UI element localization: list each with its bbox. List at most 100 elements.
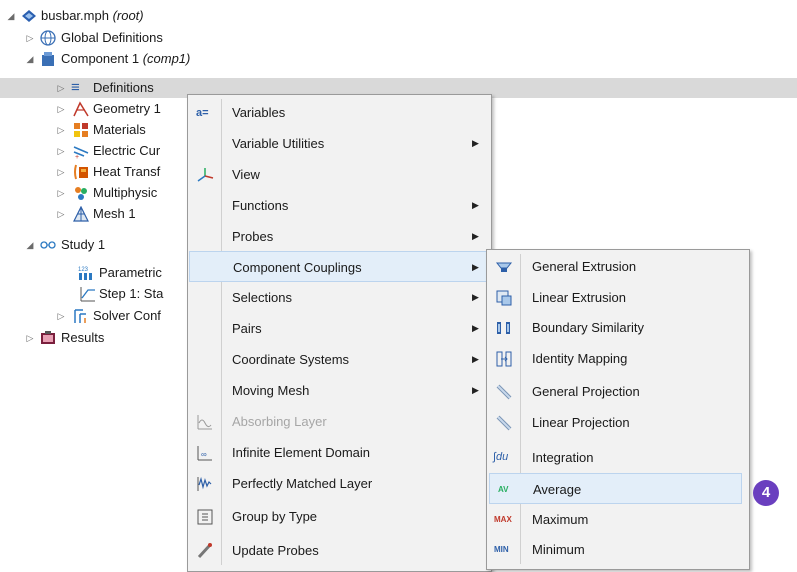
submenu-arrow-icon: ▶ — [472, 385, 479, 395]
svg-text:∞: ∞ — [201, 450, 207, 459]
menu-item-label: Variable Utilities — [232, 136, 325, 151]
integration-icon: ∫du — [493, 451, 509, 463]
menu-item-label: Linear Extrusion — [532, 290, 626, 305]
parametric-sweep-icon: 123 — [78, 267, 92, 280]
study-icon — [40, 241, 56, 249]
minimum-icon: MIN — [494, 545, 509, 554]
menu-item-linear-extrusion[interactable]: Linear Extrusion — [487, 282, 749, 313]
collapse-arrow-icon[interactable]: ◢ — [6, 6, 16, 26]
submenu-arrow-icon: ▶ — [472, 200, 479, 210]
model-root-icon — [22, 10, 36, 22]
svg-text:123: 123 — [78, 267, 89, 273]
update-probes-icon — [197, 543, 212, 559]
menu-item-infinite-element-domain[interactable]: ∞ Infinite Element Domain — [188, 437, 491, 468]
menu-item-pairs[interactable]: Pairs ▶ — [188, 313, 491, 344]
menu-item-label: View — [232, 167, 260, 182]
expand-arrow-icon[interactable]: ▷ — [25, 328, 35, 348]
menu-item-general-projection[interactable]: General Projection — [487, 376, 749, 407]
tree-label: Study 1 — [61, 237, 106, 252]
menu-item-functions[interactable]: Functions ▶ — [188, 190, 491, 221]
menu-item-boundary-similarity[interactable]: Boundary Similarity — [487, 312, 749, 343]
menu-item-general-extrusion[interactable]: General Extrusion — [487, 251, 749, 282]
menu-item-identity-mapping[interactable]: Identity Mapping — [487, 343, 749, 374]
menu-item-variables[interactable]: a= Variables — [188, 97, 491, 128]
collapse-arrow-icon[interactable]: ◢ — [25, 49, 35, 69]
infinite-element-icon: ∞ — [197, 446, 212, 461]
tree-label: Global Definitions — [61, 30, 163, 45]
menu-item-minimum[interactable]: MIN Minimum — [487, 534, 749, 565]
svg-text:+: + — [75, 154, 79, 159]
tree-label: Parametric — [99, 265, 162, 280]
menu-item-label: Moving Mesh — [232, 383, 310, 398]
menu-item-average[interactable]: AV Average — [489, 473, 742, 504]
expand-arrow-icon[interactable]: ▷ — [25, 28, 35, 48]
menu-item-label: Group by Type — [232, 509, 318, 524]
menu-item-label: Average — [533, 482, 582, 497]
menu-item-label: Pairs — [232, 321, 262, 336]
view-axes-icon — [197, 168, 214, 182]
menu-item-update-probes[interactable]: Update Probes — [188, 535, 491, 566]
results-icon — [41, 331, 55, 344]
menu-item-perfectly-matched-layer[interactable]: Perfectly Matched Layer — [188, 468, 491, 499]
tree-label: Mesh 1 — [93, 206, 136, 221]
average-icon: AV — [498, 485, 509, 494]
menu-item-label: Infinite Element Domain — [232, 445, 371, 460]
boundary-similarity-icon — [497, 322, 510, 334]
menu-item-component-couplings[interactable]: Component Couplings ▶ — [189, 251, 489, 282]
menu-item-label: Absorbing Layer — [232, 414, 327, 429]
menu-item-view[interactable]: View — [188, 159, 491, 190]
linear-extrusion-icon — [496, 290, 512, 306]
tree-label: Step 1: Sta — [99, 286, 164, 301]
menu-item-label: Linear Projection — [532, 415, 630, 430]
menu-item-linear-projection[interactable]: Linear Projection — [487, 407, 749, 438]
globe-icon — [40, 30, 56, 46]
pml-icon — [197, 476, 212, 491]
tree-label: Solver Conf — [93, 308, 161, 323]
menu-item-probes[interactable]: Probes ▶ — [188, 221, 491, 252]
menu-item-label: Integration — [532, 450, 594, 465]
solver-configurations-icon — [74, 309, 86, 323]
tree-label: Materials — [93, 122, 146, 137]
step-number-badge: 4 — [753, 480, 779, 506]
menu-item-variable-utilities[interactable]: Variable Utilities ▶ — [188, 128, 491, 159]
heat-transfer-icon — [74, 164, 88, 180]
maximum-icon: MAX — [494, 515, 512, 524]
mesh-icon — [73, 206, 89, 222]
expand-arrow-icon[interactable]: ▷ — [56, 78, 66, 98]
submenu-arrow-icon: ▶ — [472, 292, 479, 302]
expand-arrow-icon[interactable]: ▷ — [56, 306, 66, 326]
tree-label: Electric Cur — [93, 143, 161, 158]
submenu-arrow-icon: ▶ — [472, 262, 479, 272]
menu-item-moving-mesh[interactable]: Moving Mesh ▶ — [188, 375, 491, 406]
expand-arrow-icon[interactable]: ▷ — [56, 120, 66, 140]
menu-item-group-by-type[interactable]: Group by Type — [188, 501, 491, 532]
submenu-arrow-icon: ▶ — [472, 138, 479, 148]
linear-projection-icon — [496, 415, 512, 431]
component-couplings-submenu: General Extrusion Linear Extrusion Bound… — [486, 249, 750, 570]
expand-arrow-icon[interactable]: ▷ — [56, 141, 66, 161]
expand-arrow-icon[interactable]: ▷ — [56, 204, 66, 224]
expand-arrow-icon[interactable]: ▷ — [56, 183, 66, 203]
menu-item-coordinate-systems[interactable]: Coordinate Systems ▶ — [188, 344, 491, 375]
submenu-arrow-icon: ▶ — [472, 354, 479, 364]
group-by-type-icon — [197, 509, 213, 525]
menu-item-maximum[interactable]: MAX Maximum — [487, 504, 749, 535]
menu-item-label: Perfectly Matched Layer — [232, 476, 373, 491]
menu-item-label: Selections — [232, 290, 292, 305]
tree-label: Heat Transf — [93, 164, 161, 179]
geometry-icon — [73, 101, 89, 117]
submenu-arrow-icon: ▶ — [472, 323, 479, 333]
menu-item-label: Boundary Similarity — [532, 320, 644, 335]
menu-item-selections[interactable]: Selections ▶ — [188, 282, 491, 313]
submenu-arrow-icon: ▶ — [472, 231, 479, 241]
context-menu: a= Variables Variable Utilities ▶ View F… — [187, 94, 492, 572]
menu-item-integration[interactable]: ∫du Integration — [487, 442, 749, 473]
expand-arrow-icon[interactable]: ▷ — [56, 162, 66, 182]
variables-icon: a= — [196, 107, 209, 119]
menu-item-label: Component Couplings — [233, 260, 362, 275]
tree-label: Definitions — [93, 80, 154, 95]
collapse-arrow-icon[interactable]: ◢ — [25, 235, 35, 255]
expand-arrow-icon[interactable]: ▷ — [56, 99, 66, 119]
tree-label: Component 1 — [61, 51, 140, 66]
menu-item-label: Identity Mapping — [532, 351, 628, 366]
